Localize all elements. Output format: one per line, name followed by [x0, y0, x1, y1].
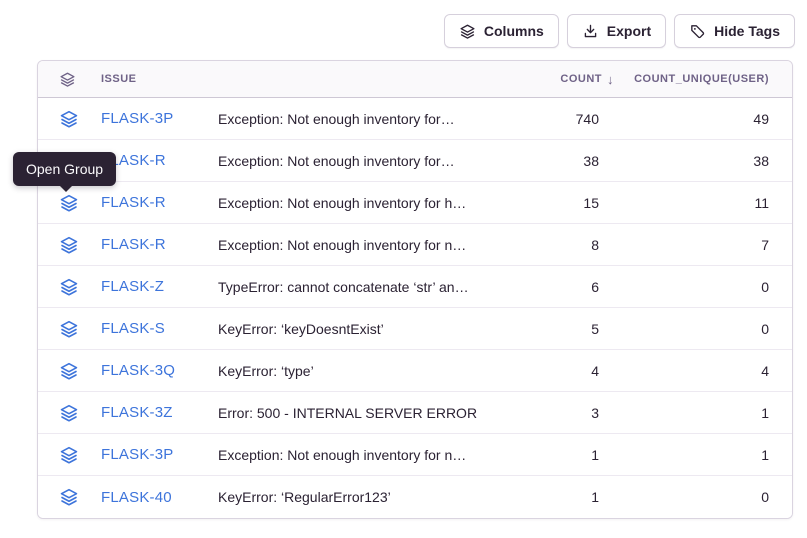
columns-button[interactable]: Columns	[444, 14, 559, 48]
layers-icon	[59, 71, 101, 88]
issue-link[interactable]: FLASK-Z	[101, 278, 218, 295]
table-row: FLASK-40 KeyError: ‘RegularError123’ 1 0	[38, 476, 792, 518]
open-group-icon[interactable]	[59, 445, 101, 465]
export-button[interactable]: Export	[567, 14, 666, 48]
count-value: 4	[489, 363, 599, 379]
count-unique-value: 7	[599, 237, 769, 253]
open-group-icon[interactable]	[59, 235, 101, 255]
open-group-icon[interactable]	[59, 403, 101, 423]
count-value: 38	[489, 153, 599, 169]
count-unique-value: 0	[599, 489, 769, 505]
count-value: 1	[489, 447, 599, 463]
table-row: FLASK-3Z Error: 500 - INTERNAL SERVER ER…	[38, 392, 792, 434]
count-unique-value: 49	[599, 111, 769, 127]
download-icon	[582, 23, 599, 40]
issue-title: Exception: Not enough inventory for h…	[218, 195, 489, 211]
columns-button-label: Columns	[484, 23, 544, 39]
hide-tags-button-label: Hide Tags	[714, 23, 780, 39]
toolbar: Columns Export Hide Tags	[444, 14, 795, 48]
table-row: FLASK-3Q KeyError: ‘type’ 4 4	[38, 350, 792, 392]
column-header-issue[interactable]: ISSUE	[101, 73, 218, 85]
open-group-tooltip-label: Open Group	[26, 161, 103, 177]
open-group-icon[interactable]	[59, 361, 101, 381]
count-value: 8	[489, 237, 599, 253]
issue-link[interactable]: FLASK-R	[101, 194, 218, 211]
count-value: 6	[489, 279, 599, 295]
issue-title: Exception: Not enough inventory for…	[218, 111, 489, 127]
open-group-icon[interactable]	[59, 193, 101, 213]
table-row: FLASK-3P Exception: Not enough inventory…	[38, 434, 792, 476]
table-row: FLASK-3P Exception: Not enough inventory…	[38, 98, 792, 140]
export-button-label: Export	[607, 23, 651, 39]
count-unique-value: 0	[599, 321, 769, 337]
issue-link[interactable]: FLASK-S	[101, 320, 218, 337]
issue-title: Exception: Not enough inventory for…	[218, 153, 489, 169]
results-table: ISSUE COUNT ↓ COUNT_UNIQUE(USER) FLASK-3…	[37, 60, 793, 519]
open-group-icon[interactable]	[59, 487, 101, 507]
count-unique-value: 0	[599, 279, 769, 295]
open-group-icon[interactable]	[59, 277, 101, 297]
count-unique-value: 4	[599, 363, 769, 379]
layers-icon	[459, 23, 476, 40]
issue-title: Error: 500 - INTERNAL SERVER ERROR	[218, 405, 489, 421]
issue-link[interactable]: FLASK-R	[101, 236, 218, 253]
hide-tags-button[interactable]: Hide Tags	[674, 14, 795, 48]
column-header-count-unique-user[interactable]: COUNT_UNIQUE(USER)	[599, 73, 769, 85]
open-group-icon[interactable]	[59, 319, 101, 339]
column-header-count[interactable]: COUNT ↓	[489, 72, 599, 87]
issue-link[interactable]: FLASK-40	[101, 489, 218, 506]
issue-link[interactable]: FLASK-3Q	[101, 362, 218, 379]
issue-title: TypeError: cannot concatenate ‘str’ an…	[218, 279, 489, 295]
open-group-icon[interactable]	[59, 109, 101, 129]
count-value: 15	[489, 195, 599, 211]
issue-link[interactable]: FLASK-3Z	[101, 404, 218, 421]
count-unique-value: 11	[599, 195, 769, 211]
count-unique-value: 38	[599, 153, 769, 169]
tag-icon	[689, 23, 706, 40]
issue-title: KeyError: ‘type’	[218, 363, 489, 379]
table-row: FLASK-S KeyError: ‘keyDoesntExist’ 5 0	[38, 308, 792, 350]
issue-link[interactable]: FLASK-R	[101, 152, 218, 169]
issue-link[interactable]: FLASK-3P	[101, 110, 218, 127]
count-value: 3	[489, 405, 599, 421]
count-unique-value: 1	[599, 405, 769, 421]
table-row: FLASK-R Exception: Not enough inventory …	[38, 182, 792, 224]
count-value: 740	[489, 111, 599, 127]
table-row: FLASK-Z TypeError: cannot concatenate ‘s…	[38, 266, 792, 308]
count-value: 5	[489, 321, 599, 337]
count-unique-value: 1	[599, 447, 769, 463]
issue-title: Exception: Not enough inventory for n…	[218, 447, 489, 463]
table-row: FLASK-R Exception: Not enough inventory …	[38, 224, 792, 266]
count-value: 1	[489, 489, 599, 505]
issue-link[interactable]: FLASK-3P	[101, 446, 218, 463]
issue-title: KeyError: ‘RegularError123’	[218, 489, 489, 505]
open-group-tooltip: Open Group	[13, 152, 116, 186]
issue-title: KeyError: ‘keyDoesntExist’	[218, 321, 489, 337]
issue-title: Exception: Not enough inventory for n…	[218, 237, 489, 253]
table-header-row: ISSUE COUNT ↓ COUNT_UNIQUE(USER)	[38, 61, 792, 98]
table-row: FLASK-R Exception: Not enough inventory …	[38, 140, 792, 182]
